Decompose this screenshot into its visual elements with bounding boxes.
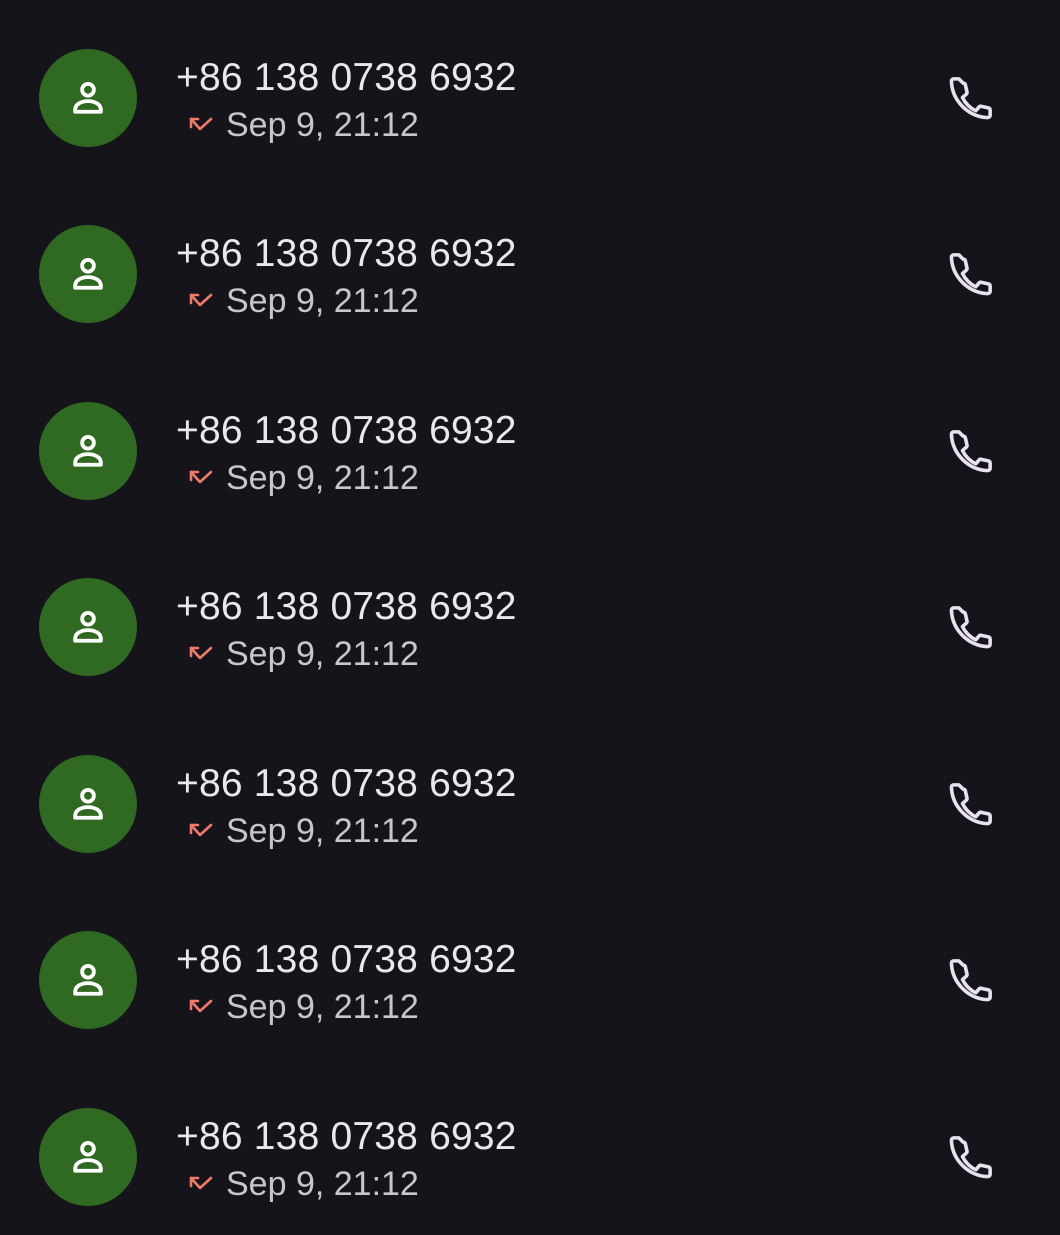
call-timestamp: Sep 9, 21:12 — [226, 459, 419, 497]
phone-number: +86 138 0738 6932 — [176, 938, 517, 981]
call-details: +86 138 0738 6932 Sep 9, 21:12 — [176, 231, 876, 321]
phone-icon — [949, 253, 992, 296]
call-back-button[interactable] — [935, 62, 1007, 134]
call-log-item[interactable]: +86 138 0738 6932 Sep 9, 21:12 — [0, 353, 1060, 529]
call-meta: Sep 9, 21:12 — [176, 987, 876, 1027]
call-meta: Sep 9, 21:12 — [176, 634, 876, 674]
call-timestamp: Sep 9, 21:12 — [226, 635, 419, 673]
missed-call-icon — [186, 641, 216, 667]
call-back-button[interactable] — [935, 1121, 1007, 1193]
phone-icon — [949, 1136, 992, 1179]
call-back-button[interactable] — [935, 415, 1007, 487]
call-log-item[interactable]: +86 138 0738 6932 Sep 9, 21:12 — [0, 882, 1060, 1058]
contact-avatar[interactable] — [39, 225, 137, 323]
call-details: +86 138 0738 6932 Sep 9, 21:12 — [176, 408, 876, 498]
call-details: +86 138 0738 6932 Sep 9, 21:12 — [176, 55, 876, 145]
call-details: +86 138 0738 6932 Sep 9, 21:12 — [176, 584, 876, 674]
call-timestamp: Sep 9, 21:12 — [226, 282, 419, 320]
phone-icon — [949, 430, 992, 473]
person-icon — [73, 1140, 103, 1173]
call-log-item[interactable]: +86 138 0738 6932 Sep 9, 21:12 — [0, 706, 1060, 882]
call-log-item[interactable]: +86 138 0738 6932 Sep 9, 21:12 — [0, 529, 1060, 705]
phone-number: +86 138 0738 6932 — [176, 232, 517, 275]
phone-number: +86 138 0738 6932 — [176, 409, 517, 452]
call-meta: Sep 9, 21:12 — [176, 811, 876, 851]
contact-avatar[interactable] — [39, 402, 137, 500]
call-meta: Sep 9, 21:12 — [176, 281, 876, 321]
phone-number: +86 138 0738 6932 — [176, 56, 517, 99]
person-icon — [73, 81, 103, 114]
person-icon — [73, 963, 103, 996]
missed-call-icon — [186, 465, 216, 491]
missed-call-icon — [186, 994, 216, 1020]
phone-icon — [949, 77, 992, 120]
phone-icon — [949, 606, 992, 649]
call-timestamp: Sep 9, 21:12 — [226, 812, 419, 850]
call-log-item[interactable]: +86 138 0738 6932 Sep 9, 21:12 — [0, 176, 1060, 352]
call-back-button[interactable] — [935, 944, 1007, 1016]
call-log-list: +86 138 0738 6932 Sep 9, 21:12 +86 138 0… — [0, 0, 1060, 1235]
call-timestamp: Sep 9, 21:12 — [226, 988, 419, 1026]
contact-avatar[interactable] — [39, 578, 137, 676]
missed-call-icon — [186, 112, 216, 138]
call-timestamp: Sep 9, 21:12 — [226, 1165, 419, 1203]
contact-avatar[interactable] — [39, 755, 137, 853]
call-back-button[interactable] — [935, 238, 1007, 310]
call-meta: Sep 9, 21:12 — [176, 1164, 876, 1204]
call-meta: Sep 9, 21:12 — [176, 458, 876, 498]
call-details: +86 138 0738 6932 Sep 9, 21:12 — [176, 761, 876, 851]
person-icon — [73, 787, 103, 820]
contact-avatar[interactable] — [39, 49, 137, 147]
call-timestamp: Sep 9, 21:12 — [226, 106, 419, 144]
call-details: +86 138 0738 6932 Sep 9, 21:12 — [176, 937, 876, 1027]
call-back-button[interactable] — [935, 768, 1007, 840]
person-icon — [73, 434, 103, 467]
call-back-button[interactable] — [935, 591, 1007, 663]
phone-icon — [949, 783, 992, 826]
contact-avatar[interactable] — [39, 1108, 137, 1206]
phone-number: +86 138 0738 6932 — [176, 762, 517, 805]
contact-avatar[interactable] — [39, 931, 137, 1029]
missed-call-icon — [186, 288, 216, 314]
phone-number: +86 138 0738 6932 — [176, 585, 517, 628]
missed-call-icon — [186, 1171, 216, 1197]
call-details: +86 138 0738 6932 Sep 9, 21:12 — [176, 1114, 876, 1204]
call-meta: Sep 9, 21:12 — [176, 105, 876, 145]
phone-icon — [949, 959, 992, 1002]
phone-number: +86 138 0738 6932 — [176, 1115, 517, 1158]
person-icon — [73, 257, 103, 290]
missed-call-icon — [186, 818, 216, 844]
person-icon — [73, 610, 103, 643]
call-log-item[interactable]: +86 138 0738 6932 Sep 9, 21:12 — [0, 0, 1060, 176]
call-log-item[interactable]: +86 138 0738 6932 Sep 9, 21:12 — [0, 1059, 1060, 1235]
